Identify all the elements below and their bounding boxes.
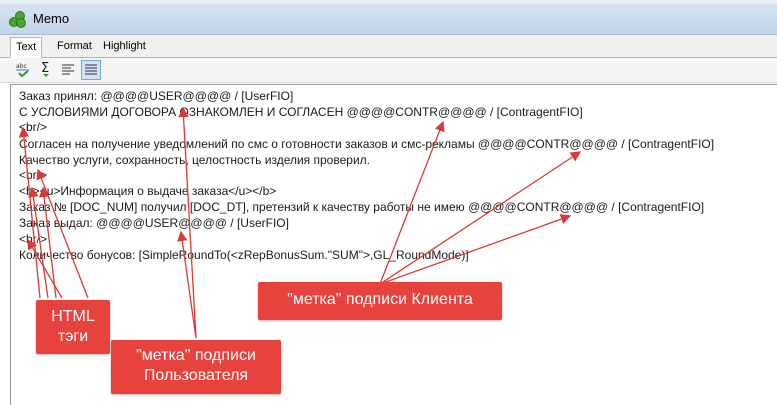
align-justify-icon (85, 64, 97, 75)
svg-text:abc: abc (16, 63, 27, 70)
callout-user-mark: "метка" подписи Пользователя (111, 340, 281, 394)
editor-line: <br/> (19, 232, 48, 246)
callout-html-tags: HTML тэги (36, 300, 110, 354)
editor-line: Количество бонусов: [SimpleRoundTo(<zRep… (19, 248, 469, 262)
callout-client-mark: "метка" подписи Клиента (258, 282, 502, 320)
spellcheck-icon: abc (16, 63, 29, 78)
editor-line: Заказ принял: @@@@USER@@@@ / [UserFIO] (19, 89, 294, 103)
editor-line: Заказ выдал: @@@@USER@@@@ / [UserFIO] (19, 216, 289, 230)
tab-text[interactable]: Text (10, 37, 43, 58)
spellcheck-button[interactable]: abc (13, 60, 33, 80)
tab-format[interactable]: Format (52, 37, 97, 56)
editor-line: Заказ № [DOC_NUM] получил [DOC_DT], прет… (19, 200, 705, 214)
align-left-icon (62, 64, 74, 75)
sum-icon: Σ (41, 61, 49, 77)
window-title: Memo (33, 11, 70, 26)
tab-highlight[interactable]: Highlight (98, 37, 151, 56)
toolbar: abc Σ (0, 58, 777, 83)
editor-line: Качество услуги, сохранность, целостност… (19, 153, 370, 167)
tab-bar: Text Format Highlight (0, 35, 777, 58)
editor-line: С УСЛОВИЯМИ ДОГОВОРА ОЗНАКОМЛЕН И СОГЛАС… (19, 105, 583, 119)
title-bar: Memo (0, 4, 777, 35)
editor-line: Согласен на получение уведомлений по смс… (19, 137, 715, 151)
app-logo-icon (9, 11, 26, 28)
editor-line: <b><u>Информация о выдаче заказа</u></b> (19, 184, 277, 198)
align-justify-button[interactable] (81, 60, 101, 80)
editor-line: <br/> (19, 120, 48, 134)
svg-text:Σ: Σ (41, 61, 49, 76)
sum-button[interactable]: Σ (36, 60, 56, 80)
align-left-button[interactable] (58, 60, 78, 80)
editor-line: <br/> (19, 168, 48, 182)
